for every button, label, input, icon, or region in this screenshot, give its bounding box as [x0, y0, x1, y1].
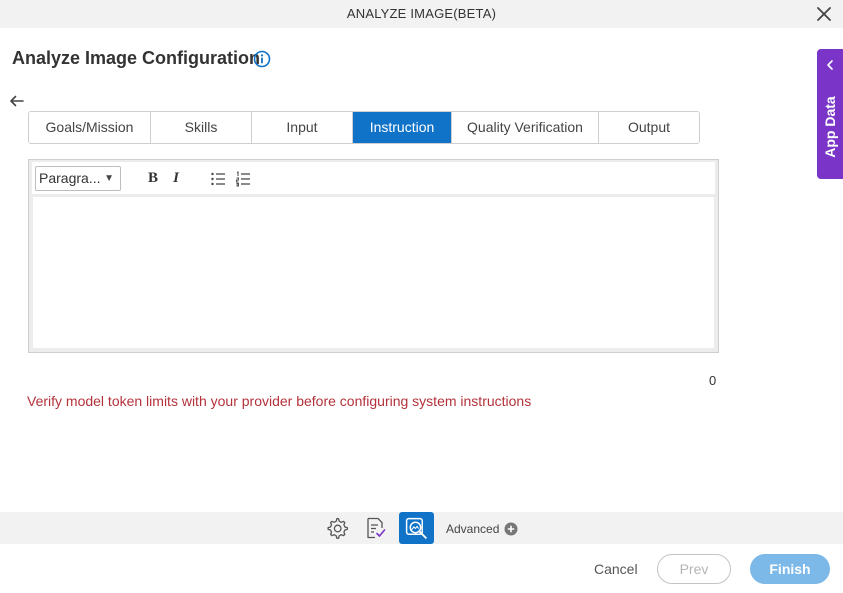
tab-goals-mission[interactable]: Goals/Mission: [29, 112, 151, 143]
title-bar: ANALYZE IMAGE(BETA): [0, 0, 843, 28]
paragraph-format-value: Paragra...: [39, 170, 101, 186]
document-check-icon[interactable]: [364, 516, 388, 540]
caret-down-icon: ▼: [104, 173, 114, 184]
instruction-editor: Paragra... ▼ B I: [28, 159, 719, 353]
prev-button[interactable]: Prev: [657, 554, 731, 584]
page-title: Analyze Image Configuration: [12, 48, 261, 68]
info-icon[interactable]: [253, 50, 271, 68]
analyze-image-tool-button[interactable]: [399, 512, 434, 544]
character-count: 0: [709, 373, 717, 388]
app-data-label: App Data: [822, 96, 838, 158]
editor-toolbar: Paragra... ▼ B I: [32, 162, 715, 194]
tab-quality-verification[interactable]: Quality Verification: [452, 112, 599, 143]
tab-input[interactable]: Input: [252, 112, 353, 143]
tab-bar: Goals/Mission Skills Input Instruction Q…: [28, 111, 700, 144]
tab-instruction[interactable]: Instruction: [353, 112, 452, 143]
token-limit-warning: Verify model token limits with your prov…: [27, 393, 532, 409]
editor-text-area[interactable]: [33, 197, 714, 348]
finish-button[interactable]: Finish: [750, 554, 830, 584]
paragraph-format-select[interactable]: Paragra... ▼: [35, 166, 121, 191]
bullet-list-icon[interactable]: [210, 171, 226, 187]
app-data-label-wrap: App Data: [820, 89, 840, 169]
tab-output[interactable]: Output: [599, 112, 699, 143]
numbered-list-icon[interactable]: [235, 171, 251, 187]
bottom-toolbar: Advanced: [0, 512, 843, 544]
bold-button[interactable]: B: [146, 170, 160, 188]
close-icon[interactable]: [813, 3, 835, 25]
italic-button[interactable]: I: [170, 170, 182, 188]
cancel-button[interactable]: Cancel: [594, 561, 638, 577]
back-arrow-icon[interactable]: [8, 92, 26, 110]
gear-icon[interactable]: [325, 516, 349, 540]
window-title: ANALYZE IMAGE(BETA): [346, 6, 497, 21]
app-data-panel-toggle[interactable]: App Data: [817, 49, 843, 179]
plus-circle-icon[interactable]: [504, 522, 518, 536]
chevron-left-icon: [827, 60, 833, 70]
tab-skills[interactable]: Skills: [151, 112, 252, 143]
advanced-link[interactable]: Advanced: [446, 522, 499, 536]
image-search-icon: [405, 517, 427, 539]
